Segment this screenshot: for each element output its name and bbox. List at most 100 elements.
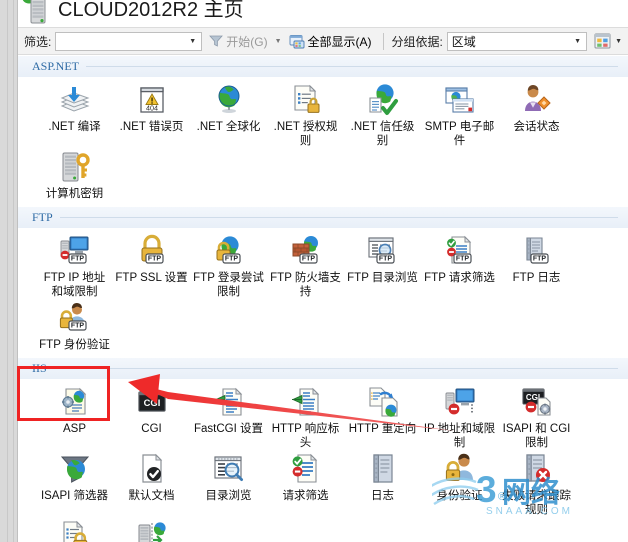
group-by-value: 区域 bbox=[451, 34, 476, 49]
feature-grid-aspnet: .NET 编译 404 .NET 错误页 .NET 全球化 .NET 授权规则 … bbox=[18, 77, 628, 207]
net-authorization-rules-icon bbox=[289, 83, 323, 117]
feature-tile-fastcgi-settings[interactable]: FastCGI 设置 bbox=[192, 385, 265, 450]
chevron-down-icon[interactable]: ▼ bbox=[571, 38, 584, 45]
page-title: CLOUD2012R2 主页 bbox=[58, 0, 244, 21]
section-header-iis: IIS bbox=[18, 358, 628, 379]
machine-key-icon bbox=[58, 150, 92, 184]
start-dropdown-chevron-icon[interactable]: ▼ bbox=[275, 38, 282, 45]
view-options-chevron-icon[interactable]: ▼ bbox=[615, 38, 622, 45]
ftp-firewall-support-icon: FTP bbox=[289, 234, 323, 268]
section-title: FTP bbox=[32, 210, 53, 224]
group-by-select[interactable]: 区域 ▼ bbox=[446, 31, 588, 51]
feature-label: .NET 编译 bbox=[48, 121, 101, 133]
feature-tile-ftp-logon-attempt[interactable]: FTP FTP 登录尝试限制 bbox=[192, 234, 265, 299]
net-trust-levels-icon bbox=[366, 83, 400, 117]
net-globalization-icon bbox=[212, 83, 246, 117]
features-view: ASP.NET .NET 编译 404 .NET 错误页 .NET 全球化 .N… bbox=[18, 56, 628, 542]
feature-tile-net-compilation[interactable]: .NET 编译 bbox=[38, 83, 111, 148]
ftp-logging-icon: FTP bbox=[520, 234, 554, 268]
group-by-label: 分组依据: bbox=[391, 34, 443, 49]
feature-tile-output-caching[interactable]: 输出缓存 bbox=[115, 519, 188, 542]
funnel-icon bbox=[209, 34, 224, 48]
feature-label: ISAPI 筛选器 bbox=[40, 490, 109, 502]
feature-tile-ftp-logging[interactable]: FTP FTP 日志 bbox=[500, 234, 573, 299]
pane-splitter[interactable] bbox=[0, 0, 18, 542]
section-title: IIS bbox=[32, 361, 47, 375]
svg-text:FTP: FTP bbox=[70, 256, 84, 263]
section-ftp: FTP FTP FTP IP 地址和域限制 FTP FTP SSL 设置 FTP… bbox=[18, 207, 628, 358]
smtp-email-icon bbox=[443, 83, 477, 117]
start-filter-button[interactable]: 开始(G) bbox=[206, 32, 270, 51]
feature-tile-session-state[interactable]: 会话状态 bbox=[500, 83, 573, 148]
feature-tile-ftp-request-filtering[interactable]: FTP FTP 请求筛选 bbox=[423, 234, 496, 299]
feature-tile-smtp-email[interactable]: SMTP 电子邮件 bbox=[423, 83, 496, 148]
feature-label: HTTP 响应标头 bbox=[271, 423, 340, 449]
feature-label: 失败请求跟踪规则 bbox=[502, 490, 571, 516]
feature-tile-logging[interactable]: 日志 bbox=[346, 452, 419, 517]
feature-tile-ftp-ip-restrictions[interactable]: FTP FTP IP 地址和域限制 bbox=[38, 234, 111, 299]
feature-tile-isapi-filters[interactable]: ISAPI 筛选器 bbox=[38, 452, 111, 517]
http-redirect-icon bbox=[366, 385, 400, 419]
feature-tile-directory-browsing[interactable]: 目录浏览 bbox=[192, 452, 265, 517]
feature-tile-net-error-pages[interactable]: 404 .NET 错误页 bbox=[115, 83, 188, 148]
feature-tile-ip-domain-restrictions[interactable]: IP 地址和域限制 bbox=[423, 385, 496, 450]
section-rule bbox=[53, 368, 618, 369]
feature-label: FTP 日志 bbox=[512, 272, 561, 284]
feature-label: 默认文档 bbox=[128, 490, 175, 502]
net-error-pages-icon: 404 bbox=[135, 83, 169, 117]
feature-tile-ftp-authentication[interactable]: FTP FTP 身份验证 bbox=[38, 301, 111, 352]
feature-grid-ftp: FTP FTP IP 地址和域限制 FTP FTP SSL 设置 FTP FTP… bbox=[18, 228, 628, 358]
feature-tile-isapi-cgi-restrictions[interactable]: CGI ISAPI 和 CGI 限制 bbox=[500, 385, 573, 450]
isapi-cgi-restrictions-icon: CGI bbox=[520, 385, 554, 419]
chevron-down-icon[interactable]: ▼ bbox=[186, 38, 199, 45]
feature-tile-http-response-headers[interactable]: HTTP 响应标头 bbox=[269, 385, 342, 450]
net-compilation-icon bbox=[58, 83, 92, 117]
svg-text:FTP: FTP bbox=[147, 256, 161, 263]
ftp-authentication-icon: FTP bbox=[58, 301, 92, 335]
feature-tile-net-trust-levels[interactable]: .NET 信任级别 bbox=[346, 83, 419, 148]
feature-tile-cgi[interactable]: CGI CGI bbox=[115, 385, 188, 450]
view-options-icon[interactable] bbox=[594, 33, 611, 49]
feature-tile-net-authorization-rules[interactable]: .NET 授权规则 bbox=[269, 83, 342, 148]
feature-label: IP 地址和域限制 bbox=[423, 423, 496, 449]
feature-label: 请求筛选 bbox=[282, 490, 329, 502]
feature-tile-asp[interactable]: ASP bbox=[38, 385, 111, 450]
feature-label: FTP 防火墙支持 bbox=[270, 272, 341, 298]
svg-text:FTP: FTP bbox=[301, 256, 315, 263]
authentication-icon bbox=[443, 452, 477, 486]
feature-tile-failed-request-tracing[interactable]: 失败请求跟踪规则 bbox=[500, 452, 573, 517]
feature-tile-ftp-ssl-settings[interactable]: FTP FTP SSL 设置 bbox=[115, 234, 188, 299]
start-filter-label: 开始(G) bbox=[226, 34, 268, 49]
ftp-logon-attempt-icon: FTP bbox=[212, 234, 246, 268]
feature-tile-authorization-rules[interactable]: 授权规则 bbox=[38, 519, 111, 542]
feature-tile-ftp-firewall-support[interactable]: FTP FTP 防火墙支持 bbox=[269, 234, 342, 299]
feature-label: FTP 身份验证 bbox=[39, 339, 110, 351]
ftp-request-filtering-icon: FTP bbox=[443, 234, 477, 268]
session-state-icon bbox=[520, 83, 554, 117]
feature-tile-http-redirect[interactable]: HTTP 重定向 bbox=[346, 385, 419, 450]
feature-label: FTP IP 地址和域限制 bbox=[43, 272, 106, 298]
section-aspnet: ASP.NET .NET 编译 404 .NET 错误页 .NET 全球化 .N… bbox=[18, 56, 628, 207]
fastcgi-settings-icon bbox=[212, 385, 246, 419]
feature-tile-default-document[interactable]: 默认文档 bbox=[115, 452, 188, 517]
show-all-button[interactable]: 全部显示(A) bbox=[286, 32, 375, 51]
ftp-ssl-settings-icon: FTP bbox=[135, 234, 169, 268]
svg-text:FTP: FTP bbox=[455, 256, 469, 263]
feature-label: FTP 目录浏览 bbox=[347, 272, 418, 284]
feature-label: 计算机密钥 bbox=[45, 188, 104, 200]
feature-tile-authentication[interactable]: 身份验证 bbox=[423, 452, 496, 517]
feature-tile-ftp-directory-browsing[interactable]: FTP FTP 目录浏览 bbox=[346, 234, 419, 299]
filter-label: 筛选: bbox=[24, 34, 52, 49]
logging-icon bbox=[366, 452, 400, 486]
section-iis: IIS ASP CGI CGI FastCGI 设置 HTTP 响应标头 HTT… bbox=[18, 358, 628, 542]
feature-label: FastCGI 设置 bbox=[193, 423, 263, 435]
feature-label: ISAPI 和 CGI 限制 bbox=[502, 423, 571, 449]
filter-toolbar: 筛选: ▼ 开始(G) ▼ 全部显示(A) 分组依据: 区域 ▼ ▼ bbox=[18, 27, 628, 55]
filter-input[interactable]: ▼ bbox=[55, 31, 203, 51]
show-all-label: 全部显示(A) bbox=[307, 34, 372, 49]
feature-tile-net-globalization[interactable]: .NET 全球化 bbox=[192, 83, 265, 148]
feature-tile-request-filtering[interactable]: 请求筛选 bbox=[269, 452, 342, 517]
feature-tile-machine-key[interactable]: 计算机密钥 bbox=[38, 150, 111, 201]
feature-label: 日志 bbox=[371, 490, 394, 502]
feature-label: HTTP 重定向 bbox=[348, 423, 417, 435]
